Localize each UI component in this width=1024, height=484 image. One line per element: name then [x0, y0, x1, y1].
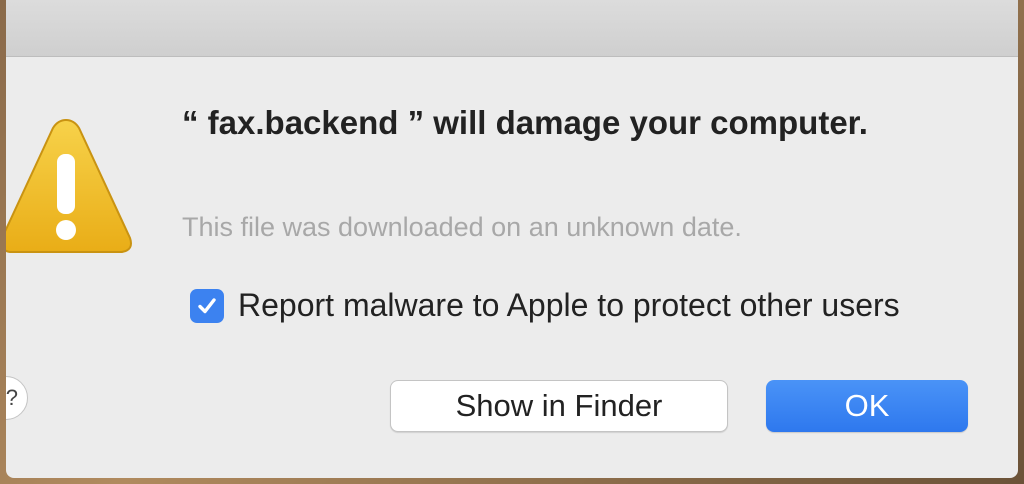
- report-malware-option[interactable]: Report malware to Apple to protect other…: [190, 287, 900, 324]
- report-malware-checkbox[interactable]: [190, 288, 224, 323]
- alert-headline: “ fax.backend ” will damage your compute…: [182, 104, 868, 141]
- ok-button[interactable]: OK: [766, 380, 968, 432]
- alert-subtext: This file was downloaded on an unknown d…: [182, 212, 742, 242]
- dialog-title-bar: [6, 0, 1018, 57]
- report-malware-label[interactable]: Report malware to Apple to protect other…: [238, 287, 900, 324]
- checkmark-icon: [198, 297, 216, 313]
- help-icon: ?: [6, 385, 18, 410]
- show-in-finder-button[interactable]: Show in Finder: [390, 380, 728, 432]
- help-button[interactable]: ?: [6, 376, 28, 420]
- malware-alert-dialog: “ fax.backend ” will damage your compute…: [6, 0, 1018, 478]
- warning-triangle-icon: [6, 112, 136, 262]
